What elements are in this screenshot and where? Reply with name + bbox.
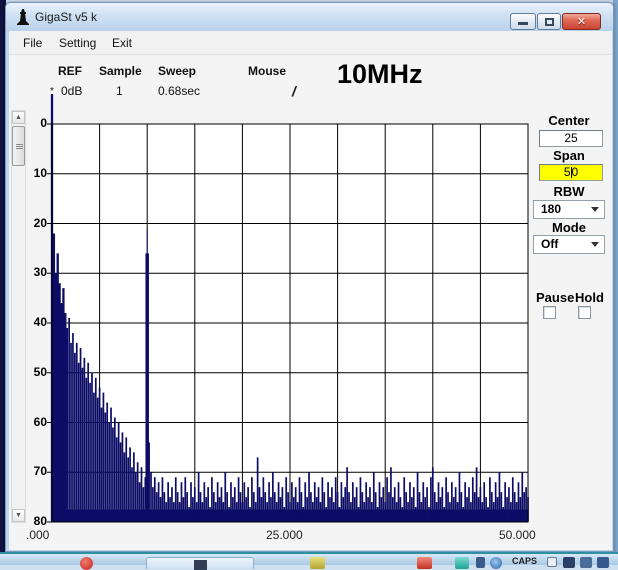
span-value-right: 0 [571,165,579,179]
span-input[interactable]: 50 [539,164,603,181]
chevron-down-icon [591,242,599,247]
sample-label: Sample [99,64,142,78]
pause-label: Pause [536,290,575,305]
hold-checkbox[interactable] [578,306,591,319]
menu-exit[interactable]: Exit [112,36,132,50]
scrollbar-thumb[interactable] [12,126,25,166]
tray-icon-ime[interactable] [547,557,557,567]
chevron-down-icon [591,207,599,212]
menu-file[interactable]: File [23,36,42,50]
gigast-window: GigaSt v5 k ✕ File Setting Exit REF Samp… [5,2,614,552]
maximize-icon [545,18,554,26]
minimize-button[interactable] [510,13,536,30]
y-tick-label: 10 [33,165,47,180]
app-icon [17,9,29,25]
taskbar-app-icon-yellow[interactable] [310,557,325,569]
center-input[interactable]: 25 [539,130,603,147]
x-tick-label-middle: 25.000 [266,528,303,542]
mode-value: Off [541,237,559,251]
tray-icon-3[interactable] [597,557,609,568]
close-icon: ✕ [576,16,587,28]
y-tick-label: 30 [33,265,47,280]
pause-checkbox[interactable] [543,306,556,319]
hold-label: Hold [575,290,604,305]
tray-icon-globe[interactable] [490,557,502,569]
thumb-grip [16,144,23,145]
window-title: GigaSt v5 k [35,10,98,24]
taskbar[interactable]: CAPS [0,552,618,570]
center-label: Center [548,113,590,128]
title-bar[interactable]: GigaSt v5 k ✕ [6,3,613,31]
spectrum-plot [47,94,529,523]
taskbar-app-icon [194,560,207,570]
rbw-value: 180 [541,202,562,216]
minimize-icon [518,22,528,25]
tray-icon-1[interactable] [563,557,575,568]
menu-setting[interactable]: Setting [59,36,96,50]
y-tick-label: 20 [33,215,47,230]
rbw-dropdown[interactable]: 180 [533,200,605,219]
mode-label: Mode [552,220,586,235]
y-tick-label: 80 [33,514,47,528]
mode-dropdown[interactable]: Off [533,235,605,254]
center-frequency-display: 10MHz [337,59,423,89]
span-label: Span [553,148,585,163]
tray-icon-2[interactable] [580,557,592,568]
tray-icon-person[interactable] [476,557,485,568]
close-button[interactable]: ✕ [562,13,601,30]
sweep-label: Sweep [158,64,197,78]
tray-icon-teal[interactable] [455,557,469,569]
y-tick-label: 70 [33,464,47,479]
mouse-label: Mouse [248,64,287,78]
ref-label: REF [58,64,82,78]
taskbar-app-icon-red[interactable] [80,557,93,570]
taskbar-active-button[interactable] [146,557,254,570]
x-tick-label-end: 50.000 [499,528,536,542]
client-area: REF Sample Sweep Mouse * 0dB 1 0.68sec /… [9,55,612,550]
y-tick-label: 60 [33,414,47,429]
desktop: GigaSt v5 k ✕ File Setting Exit REF Samp… [0,0,618,570]
taskbar-app-icon-red2[interactable] [417,557,432,569]
span-value-left: 5 [563,165,571,179]
y-tick-label: 50 [33,364,47,379]
y-tick-label: 0 [40,116,47,130]
maximize-button[interactable] [537,13,561,30]
menu-bar: File Setting Exit [9,31,612,55]
rbw-label: RBW [553,184,585,199]
y-tick-label: 40 [33,315,47,329]
x-tick-label-start: .000 [26,528,50,542]
